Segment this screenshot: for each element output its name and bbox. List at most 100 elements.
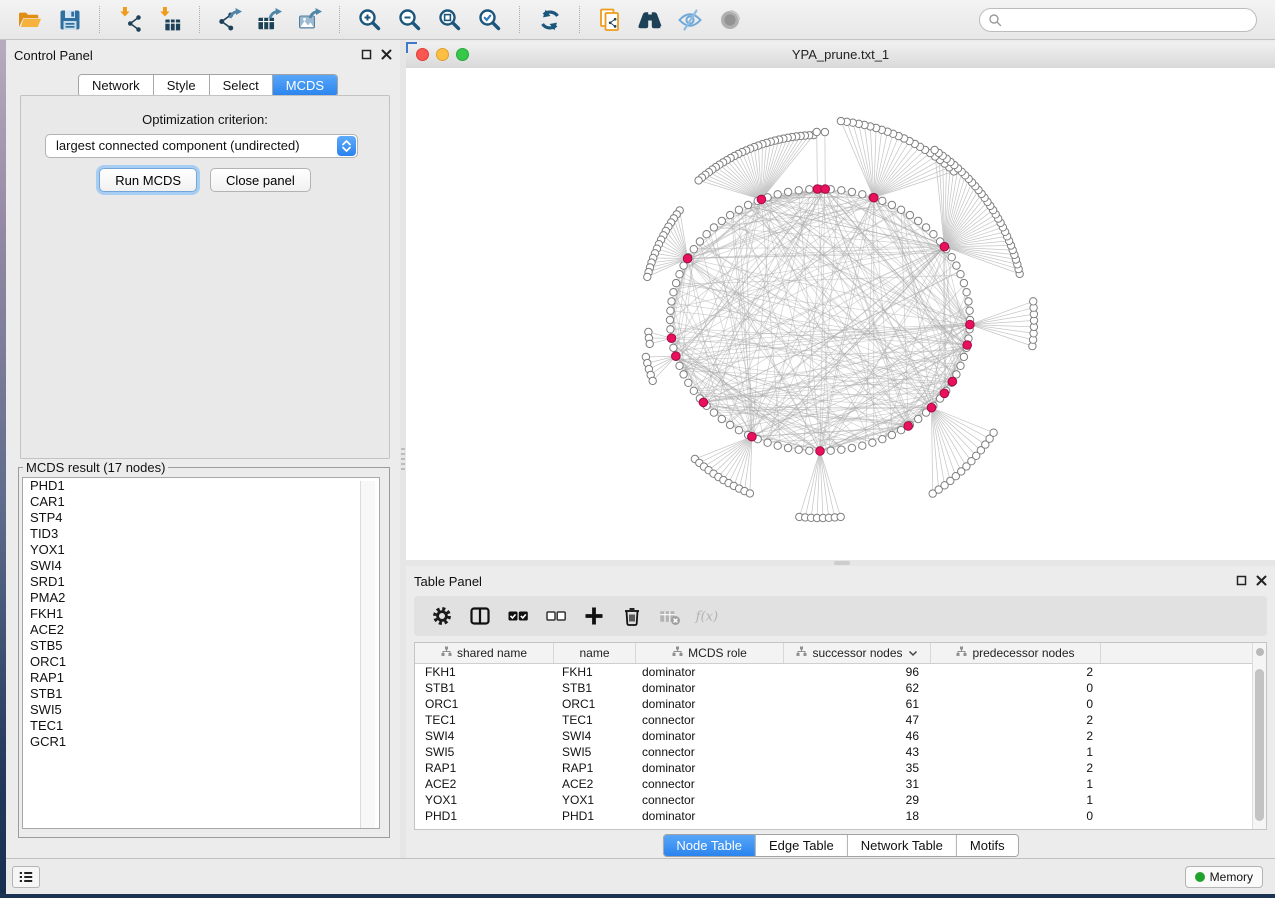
network-graph[interactable] [406,68,1275,560]
cell-predecessor-nodes[interactable]: 2 [931,761,1101,775]
cell-successor-nodes[interactable]: 35 [784,761,931,775]
node-table[interactable]: shared namenameMCDS rolesuccessor nodesp… [414,642,1267,830]
mcds-result-item[interactable]: TID3 [23,526,379,542]
mcds-result-item[interactable]: SWI5 [23,702,379,718]
import-table-icon[interactable] [153,5,187,35]
window-minimize-button[interactable] [436,48,449,61]
mcds-result-item[interactable]: SRD1 [23,574,379,590]
memory-button[interactable]: Memory [1185,866,1263,888]
cell-predecessor-nodes[interactable]: 1 [931,777,1101,791]
split-columns-icon[interactable] [466,603,494,629]
float-window-icon[interactable] [361,49,372,60]
cell-successor-nodes[interactable]: 18 [784,809,931,823]
table-row[interactable]: SWI5SWI5connector431 [415,744,1266,760]
run-mcds-button[interactable]: Run MCDS [99,168,197,192]
cell-predecessor-nodes[interactable]: 0 [931,681,1101,695]
cell-MCDS-role[interactable]: dominator [636,697,784,711]
window-close-button[interactable] [416,48,429,61]
cell-MCDS-role[interactable]: dominator [636,681,784,695]
table-row[interactable]: SWI4SWI4dominator462 [415,728,1266,744]
cell-MCDS-role[interactable]: dominator [636,665,784,679]
cell-shared-name[interactable]: PHD1 [415,809,554,823]
tab-motifs[interactable]: Motifs [957,835,1018,856]
open-file-icon[interactable] [13,5,47,35]
cell-shared-name[interactable]: STB1 [415,681,554,695]
cell-name[interactable]: ORC1 [554,697,636,711]
cell-predecessor-nodes[interactable]: 1 [931,745,1101,759]
cell-name[interactable]: YOX1 [554,793,636,807]
search-box[interactable] [979,8,1257,32]
mcds-result-item[interactable]: ACE2 [23,622,379,638]
import-network-icon[interactable] [113,5,147,35]
cell-shared-name[interactable]: RAP1 [415,761,554,775]
cell-name[interactable]: SWI5 [554,745,636,759]
mcds-result-item[interactable]: CAR1 [23,494,379,510]
cell-successor-nodes[interactable]: 47 [784,713,931,727]
column-header-successor-nodes[interactable]: successor nodes [784,643,931,663]
mcds-result-item[interactable]: TEC1 [23,718,379,734]
cell-predecessor-nodes[interactable]: 0 [931,697,1101,711]
tab-network-table[interactable]: Network Table [848,835,957,856]
cell-predecessor-nodes[interactable]: 0 [931,809,1101,823]
table-row[interactable]: YOX1YOX1connector291 [415,792,1266,808]
close-panel-icon[interactable] [381,49,392,60]
optimization-criterion-select[interactable]: largest connected component (undirected) [45,134,358,158]
column-header-MCDS-role[interactable]: MCDS role [636,643,784,663]
hide-selection-icon[interactable] [673,5,707,35]
zoom-selected-icon[interactable] [473,5,507,35]
create-column-icon[interactable] [580,603,608,629]
cell-name[interactable]: RAP1 [554,761,636,775]
cell-name[interactable]: ACE2 [554,777,636,791]
cell-shared-name[interactable]: ORC1 [415,697,554,711]
cell-successor-nodes[interactable]: 31 [784,777,931,791]
cell-successor-nodes[interactable]: 61 [784,697,931,711]
delete-column-icon[interactable] [618,603,646,629]
cell-MCDS-role[interactable]: dominator [636,729,784,743]
cell-successor-nodes[interactable]: 43 [784,745,931,759]
settings-gear-icon[interactable] [428,603,456,629]
mcds-result-item[interactable]: PMA2 [23,590,379,606]
mcds-list-scrollbar[interactable] [360,481,375,829]
table-row[interactable]: STB1STB1dominator620 [415,680,1266,696]
export-network-icon[interactable] [213,5,247,35]
refresh-view-icon[interactable] [533,5,567,35]
horizontal-splitter-grip[interactable] [834,561,850,565]
cell-successor-nodes[interactable]: 46 [784,729,931,743]
cell-MCDS-role[interactable]: connector [636,793,784,807]
cell-predecessor-nodes[interactable]: 1 [931,793,1101,807]
cell-MCDS-role[interactable]: dominator [636,809,784,823]
mcds-result-list[interactable]: PHD1CAR1STP4TID3YOX1SWI4SRD1PMA2FKH1ACE2… [22,477,380,829]
tab-mcds[interactable]: MCDS [273,75,337,96]
deselect-all-icon[interactable] [542,603,570,629]
cell-shared-name[interactable]: ACE2 [415,777,554,791]
mcds-result-item[interactable]: STB5 [23,638,379,654]
table-row[interactable]: PHD1PHD1dominator180 [415,808,1266,824]
export-table-icon[interactable] [253,5,287,35]
select-all-icon[interactable] [504,603,532,629]
search-input[interactable] [1002,12,1248,28]
cell-name[interactable]: TEC1 [554,713,636,727]
scrollbar-thumb[interactable] [1255,669,1264,821]
mcds-result-item[interactable]: ORC1 [23,654,379,670]
column-header-shared-name[interactable]: shared name [415,643,554,663]
cell-predecessor-nodes[interactable]: 2 [931,665,1101,679]
float-window-icon[interactable] [1236,575,1247,586]
cell-shared-name[interactable]: FKH1 [415,665,554,679]
column-header-name[interactable]: name [554,643,636,663]
cell-shared-name[interactable]: YOX1 [415,793,554,807]
close-panel-button[interactable]: Close panel [210,168,311,192]
mcds-result-item[interactable]: STP4 [23,510,379,526]
cell-name[interactable]: FKH1 [554,665,636,679]
cell-shared-name[interactable]: SWI5 [415,745,554,759]
export-image-icon[interactable] [293,5,327,35]
mcds-result-item[interactable]: FKH1 [23,606,379,622]
tab-style[interactable]: Style [154,75,210,96]
save-session-icon[interactable] [53,5,87,35]
vertical-splitter-grip[interactable] [401,448,405,470]
cell-name[interactable]: SWI4 [554,729,636,743]
table-row[interactable]: RAP1RAP1dominator352 [415,760,1266,776]
cell-predecessor-nodes[interactable]: 2 [931,729,1101,743]
cell-name[interactable]: STB1 [554,681,636,695]
cell-shared-name[interactable]: TEC1 [415,713,554,727]
fit-content-icon[interactable] [433,5,467,35]
